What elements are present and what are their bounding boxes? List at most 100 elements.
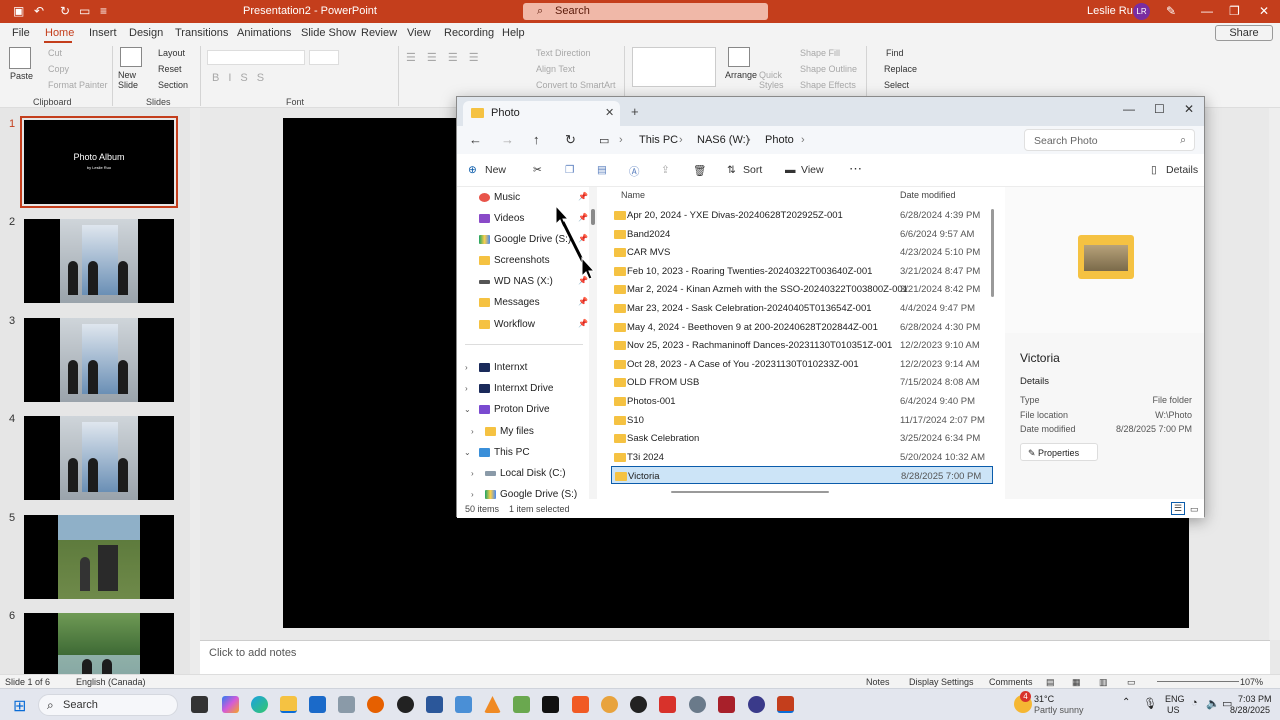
shape-outline-button[interactable]: Shape Outline [800,64,857,74]
tab-help[interactable]: Help [502,27,525,39]
word-icon[interactable] [426,696,443,713]
task-view-icon[interactable] [191,696,208,713]
column-date-modified[interactable]: Date modified [900,190,956,200]
slide-thumbnail-6[interactable] [24,613,174,674]
text-direction-button[interactable]: Text Direction [536,48,591,58]
normal-view-icon[interactable]: ▤ [1046,677,1055,688]
nav-item-messages[interactable]: Messages [479,297,540,308]
wifi-icon[interactable]: ◔ [1191,697,1198,709]
nav-item-videos[interactable]: Videos [479,213,524,224]
tab-home[interactable]: Home [45,27,74,39]
replace-button[interactable]: Replace [884,64,917,74]
list-scrollbar-thumb[interactable] [991,209,994,297]
avatar[interactable]: LR [1133,3,1150,20]
nav-item-music[interactable]: Music [479,192,520,203]
chevron-right-icon[interactable]: › [465,363,468,372]
share-button[interactable]: Share [1215,25,1273,41]
close-tab-icon[interactable]: ✕ [605,106,614,119]
slide-thumbnail-2[interactable] [24,219,174,303]
search-box[interactable]: ⌕ Search [523,3,768,20]
refresh-icon[interactable]: ↻ [565,132,576,148]
nav-item-wd-nas[interactable]: WD NAS (X:) [479,276,553,287]
close-icon[interactable]: ✕ [1259,4,1269,18]
taskbar-search[interactable]: ⌕ Search [38,694,178,716]
terminal-icon[interactable] [542,696,559,713]
shape-effects-button[interactable]: Shape Effects [800,80,856,90]
display-settings-button[interactable]: Display Settings [909,677,974,687]
breadcrumb-nas6[interactable]: NAS6 (W:) [697,134,749,146]
clock-date[interactable]: 8/28/2025 [1230,705,1270,715]
chevron-down-icon[interactable]: ⌄ [464,405,471,414]
table-row[interactable]: Photos-001 6/4/2024 9:40 PM [611,392,993,410]
up-icon[interactable]: ↑ [533,132,540,147]
app-icon[interactable] [338,696,355,713]
table-row[interactable]: OLD FROM USB 7/15/2024 8:08 AM [611,373,993,391]
cut-icon[interactable]: ✂ [533,164,542,176]
new-button[interactable]: New [485,164,506,176]
sort-button[interactable]: Sort [743,164,762,176]
more-options-icon[interactable]: ⋯ [849,161,862,177]
breadcrumb-this-pc[interactable]: This PC [639,134,678,146]
firefox-icon[interactable] [367,696,384,713]
font-size-dropdown[interactable] [309,50,339,65]
tab-review[interactable]: Review [361,27,397,39]
table-row[interactable]: Mar 2, 2024 - Kinan Azmeh with the SSO-2… [611,280,993,298]
find-button[interactable]: Find [886,48,904,58]
language-top[interactable]: ENG [1165,694,1185,704]
table-row[interactable]: May 4, 2024 - Beethoven 9 at 200-2024062… [611,318,993,336]
notes-pane[interactable]: Click to add notes [200,640,1270,674]
maximize-icon[interactable]: ☐ [1154,102,1165,116]
slide-thumbnail-4[interactable] [24,416,174,500]
user-name[interactable]: Leslie Ruo [1087,5,1139,17]
tiles-view-icon[interactable]: ▭ [1190,504,1199,515]
chevron-right-icon[interactable]: › [471,427,474,436]
copy-button[interactable]: Copy [48,64,69,74]
tab-view[interactable]: View [407,27,431,39]
paste-button[interactable]: Paste [10,71,33,81]
delete-icon[interactable]: 🗑 [693,164,706,177]
table-row[interactable]: Mar 23, 2024 - Sask Celebration-20240405… [611,299,993,317]
table-row[interactable]: S10 11/17/2024 2:07 PM [611,411,993,429]
back-icon[interactable]: ← [469,132,482,147]
reading-view-icon[interactable]: ▥ [1099,677,1108,688]
tab-slide-show[interactable]: Slide Show [301,27,356,39]
minimize-icon[interactable]: — [1201,4,1213,18]
nav-item-internxt[interactable]: Internxt [479,362,527,373]
select-button[interactable]: Select [884,80,909,90]
volume-icon[interactable]: 🔈 [1206,697,1220,710]
layout-button[interactable]: Layout [158,48,185,58]
nav-item-local-disk[interactable]: Local Disk (C:) [485,468,566,479]
tab-design[interactable]: Design [129,27,163,39]
paragraph-icons[interactable]: ☰ ☰ ☰ ☰ [406,51,483,64]
new-slide-button[interactable]: New Slide [118,70,142,90]
brave-icon[interactable] [572,696,589,713]
tab-animations[interactable]: Animations [237,27,291,39]
nav-item-this-pc[interactable]: This PC [479,447,530,458]
new-slide-icon[interactable] [120,47,142,67]
app-icon[interactable] [659,696,676,713]
slide-thumbnail-5[interactable] [24,515,174,599]
convert-smartart-button[interactable]: Convert to SmartArt [536,80,616,90]
shapes-gallery[interactable] [632,47,716,87]
nav-item-google-drive-s[interactable]: Google Drive (S:) [485,489,577,499]
nav-item-proton-drive[interactable]: Proton Drive [479,404,550,415]
clock-time[interactable]: 7:03 PM [1238,694,1272,704]
designer-icon[interactable]: ✎ [1166,4,1176,18]
align-text-button[interactable]: Align Text [536,64,575,74]
share-icon[interactable]: ⇪ [661,164,670,176]
monitor-icon[interactable]: ▭ [599,134,609,147]
nav-item-workflow[interactable]: Workflow [479,319,535,330]
restore-icon[interactable]: ❐ [1229,4,1240,18]
reset-button[interactable]: Reset [158,64,182,74]
format-painter-button[interactable]: Format Painter [48,80,108,90]
table-row[interactable]: Feb 10, 2023 - Roaring Twenties-20240322… [611,262,993,280]
chevron-up-icon[interactable]: ⌃ [1122,697,1130,708]
font-name-dropdown[interactable] [207,50,305,65]
language-bottom[interactable]: US [1167,705,1180,715]
vlc-icon[interactable] [484,696,501,713]
view-button[interactable]: View [801,164,824,176]
slideshow-icon[interactable]: ▭ [1127,677,1136,688]
tab-file[interactable]: File [12,27,30,39]
app-icon[interactable] [718,696,735,713]
chevron-right-icon[interactable]: › [465,384,468,393]
